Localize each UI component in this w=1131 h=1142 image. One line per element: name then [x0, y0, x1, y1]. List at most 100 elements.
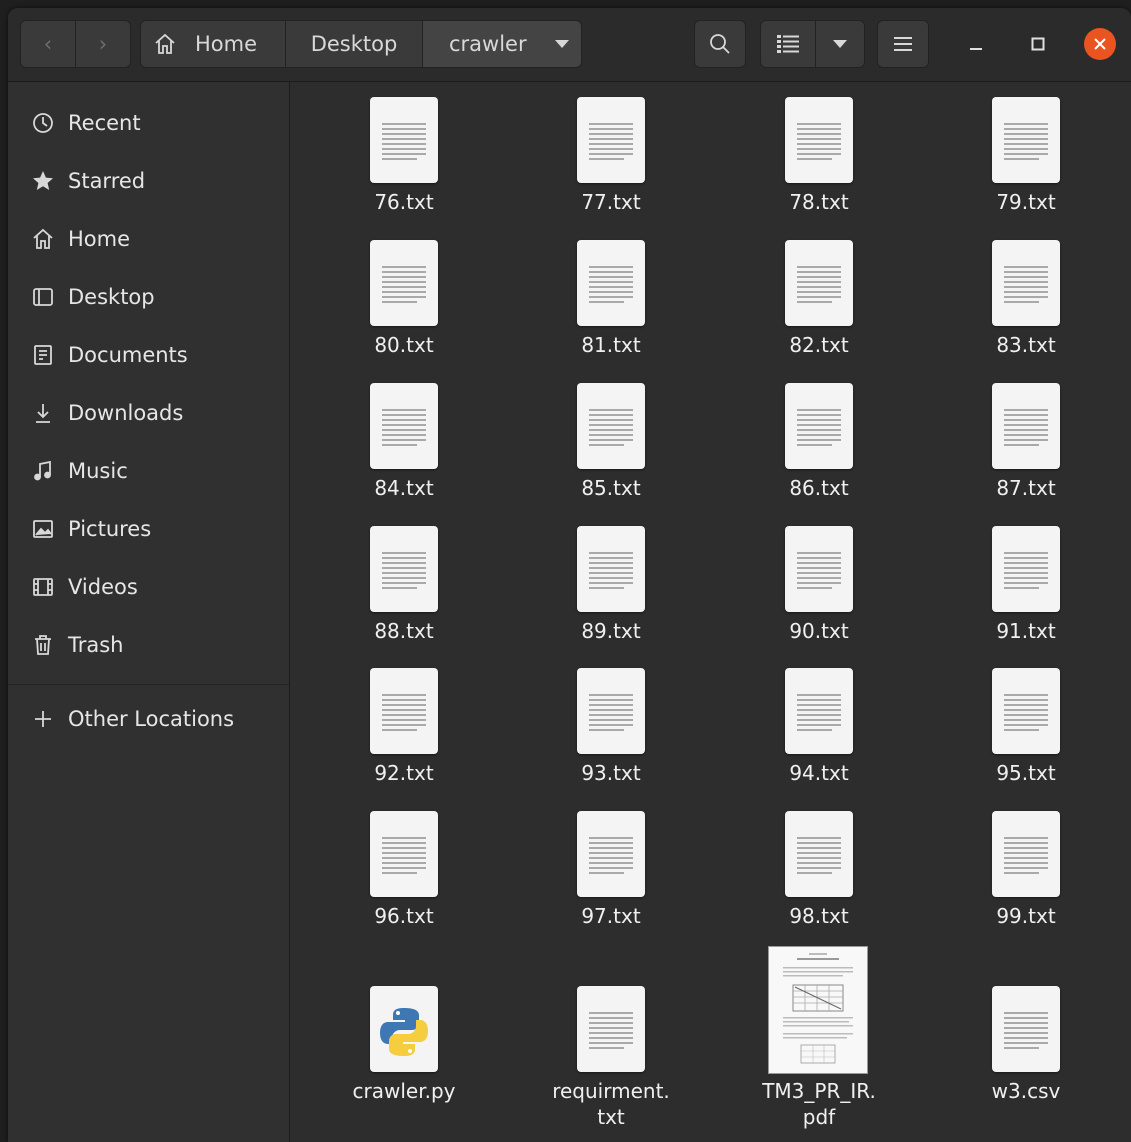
- header-bar: ‹ › Home Desktop crawler: [8, 8, 1131, 82]
- breadcrumb-desktop[interactable]: Desktop: [285, 20, 423, 68]
- view-options-dropdown[interactable]: [815, 20, 865, 68]
- file-name: 77.txt: [581, 190, 641, 214]
- trash-icon: [30, 632, 56, 658]
- text-file-icon: [577, 383, 645, 469]
- text-file-icon: [370, 811, 438, 897]
- file-name: 83.txt: [996, 333, 1056, 357]
- list-view-button[interactable]: [760, 20, 816, 68]
- file-name: 80.txt: [374, 333, 434, 357]
- text-file-icon: [785, 526, 853, 612]
- minimize-icon: [970, 48, 982, 50]
- text-file-icon: [577, 811, 645, 897]
- sidebar-item-label: Home: [68, 227, 131, 251]
- clock-icon: [30, 110, 56, 136]
- text-file-icon: [370, 526, 438, 612]
- minimize-button[interactable]: [960, 28, 992, 60]
- file-name: 79.txt: [996, 190, 1056, 214]
- close-button[interactable]: [1084, 28, 1116, 60]
- sidebar-item-desktop[interactable]: Desktop: [8, 272, 289, 322]
- sidebar-item-label: Videos: [68, 575, 138, 599]
- file-name: 76.txt: [374, 190, 434, 214]
- desktop-icon: [30, 284, 56, 310]
- text-file-icon: [992, 526, 1060, 612]
- file-name: 92.txt: [374, 761, 434, 785]
- sidebar-divider: [8, 684, 289, 685]
- text-file-icon: [370, 383, 438, 469]
- text-file-icon: [370, 240, 438, 326]
- sidebar-item-label: Documents: [68, 343, 188, 367]
- file-name: 87.txt: [996, 476, 1056, 500]
- picture-icon: [30, 516, 56, 542]
- plus-icon: [30, 706, 56, 732]
- file-name: crawler.py: [352, 1079, 456, 1103]
- text-file-icon: [992, 240, 1060, 326]
- sidebar-item-videos[interactable]: Videos: [8, 562, 289, 612]
- file-name: 94.txt: [789, 761, 849, 785]
- sidebar-item-music[interactable]: Music: [8, 446, 289, 496]
- file-name: 90.txt: [789, 619, 849, 643]
- python-file-icon: [370, 986, 438, 1072]
- sidebar-item-documents[interactable]: Documents: [8, 330, 289, 380]
- sidebar-item-label: Starred: [68, 169, 146, 193]
- text-file-icon: [577, 97, 645, 183]
- file-name: 89.txt: [581, 619, 641, 643]
- caret-down-icon: [554, 40, 569, 48]
- chevron-left-icon: ‹: [43, 32, 53, 56]
- forward-button[interactable]: ›: [75, 20, 131, 68]
- home-icon: [155, 33, 175, 54]
- breadcrumb-home[interactable]: Home: [140, 20, 286, 68]
- file-name: 95.txt: [996, 761, 1056, 785]
- text-file-icon: [992, 668, 1060, 754]
- breadcrumb-desktop-label: Desktop: [310, 32, 398, 56]
- text-file-icon: [992, 383, 1060, 469]
- file-manager-window: ‹ › Home Desktop crawler Recent Starred …: [8, 8, 1131, 1142]
- text-file-icon: [370, 668, 438, 754]
- file-name: 78.txt: [789, 190, 849, 214]
- text-file-icon: [785, 240, 853, 326]
- sidebar-item-trash[interactable]: Trash: [8, 620, 289, 670]
- back-button[interactable]: ‹: [20, 20, 76, 68]
- menu-button[interactable]: [877, 20, 929, 68]
- text-file-icon: [577, 240, 645, 326]
- sidebar-item-label: Downloads: [68, 401, 184, 425]
- breadcrumb-crawler-label: crawler: [449, 32, 527, 56]
- sidebar-item-home[interactable]: Home: [8, 214, 289, 264]
- file-name: 84.txt: [374, 476, 434, 500]
- document-icon: [30, 342, 56, 368]
- sidebar-item-pictures[interactable]: Pictures: [8, 504, 289, 554]
- sidebar-item-label: Music: [68, 459, 128, 483]
- caret-down-icon: [833, 40, 847, 48]
- text-file-icon: [577, 668, 645, 754]
- file-name: w3.csv: [991, 1079, 1061, 1103]
- sidebar-item-other-locations[interactable]: Other Locations: [8, 694, 289, 744]
- sidebar-item-label: Recent: [68, 111, 141, 135]
- chevron-right-icon: ›: [98, 32, 108, 56]
- file-name: 86.txt: [789, 476, 849, 500]
- text-file-icon: [785, 383, 853, 469]
- sidebar-item-downloads[interactable]: Downloads: [8, 388, 289, 438]
- sidebar: Recent Starred Home Desktop Documents Do…: [8, 82, 290, 1142]
- breadcrumb-crawler[interactable]: crawler: [422, 20, 582, 68]
- file-grid: 76.txt 77.txt 78.txt 79.txt 80.txt 81.txt 82.t…: [290, 82, 1131, 1142]
- text-file-icon: [785, 97, 853, 183]
- sidebar-item-label: Pictures: [68, 517, 152, 541]
- text-file-icon: [370, 97, 438, 183]
- hamburger-icon: [894, 37, 912, 51]
- home-icon: [30, 226, 56, 252]
- sidebar-item-recent[interactable]: Recent: [8, 98, 289, 148]
- maximize-button[interactable]: [1022, 28, 1054, 60]
- text-file-icon: [992, 97, 1060, 183]
- file-name: requirment. txt: [552, 1079, 670, 1129]
- star-icon: [30, 168, 56, 194]
- file-name: 88.txt: [374, 619, 434, 643]
- sidebar-item-starred[interactable]: Starred: [8, 156, 289, 206]
- search-icon: [710, 34, 730, 54]
- film-icon: [30, 574, 56, 600]
- search-button[interactable]: [694, 20, 746, 68]
- close-icon: [1094, 38, 1106, 50]
- text-file-icon: [577, 986, 645, 1072]
- file-name: 91.txt: [996, 619, 1056, 643]
- download-icon: [30, 400, 56, 426]
- text-file-icon: [992, 811, 1060, 897]
- text-file-icon: [785, 668, 853, 754]
